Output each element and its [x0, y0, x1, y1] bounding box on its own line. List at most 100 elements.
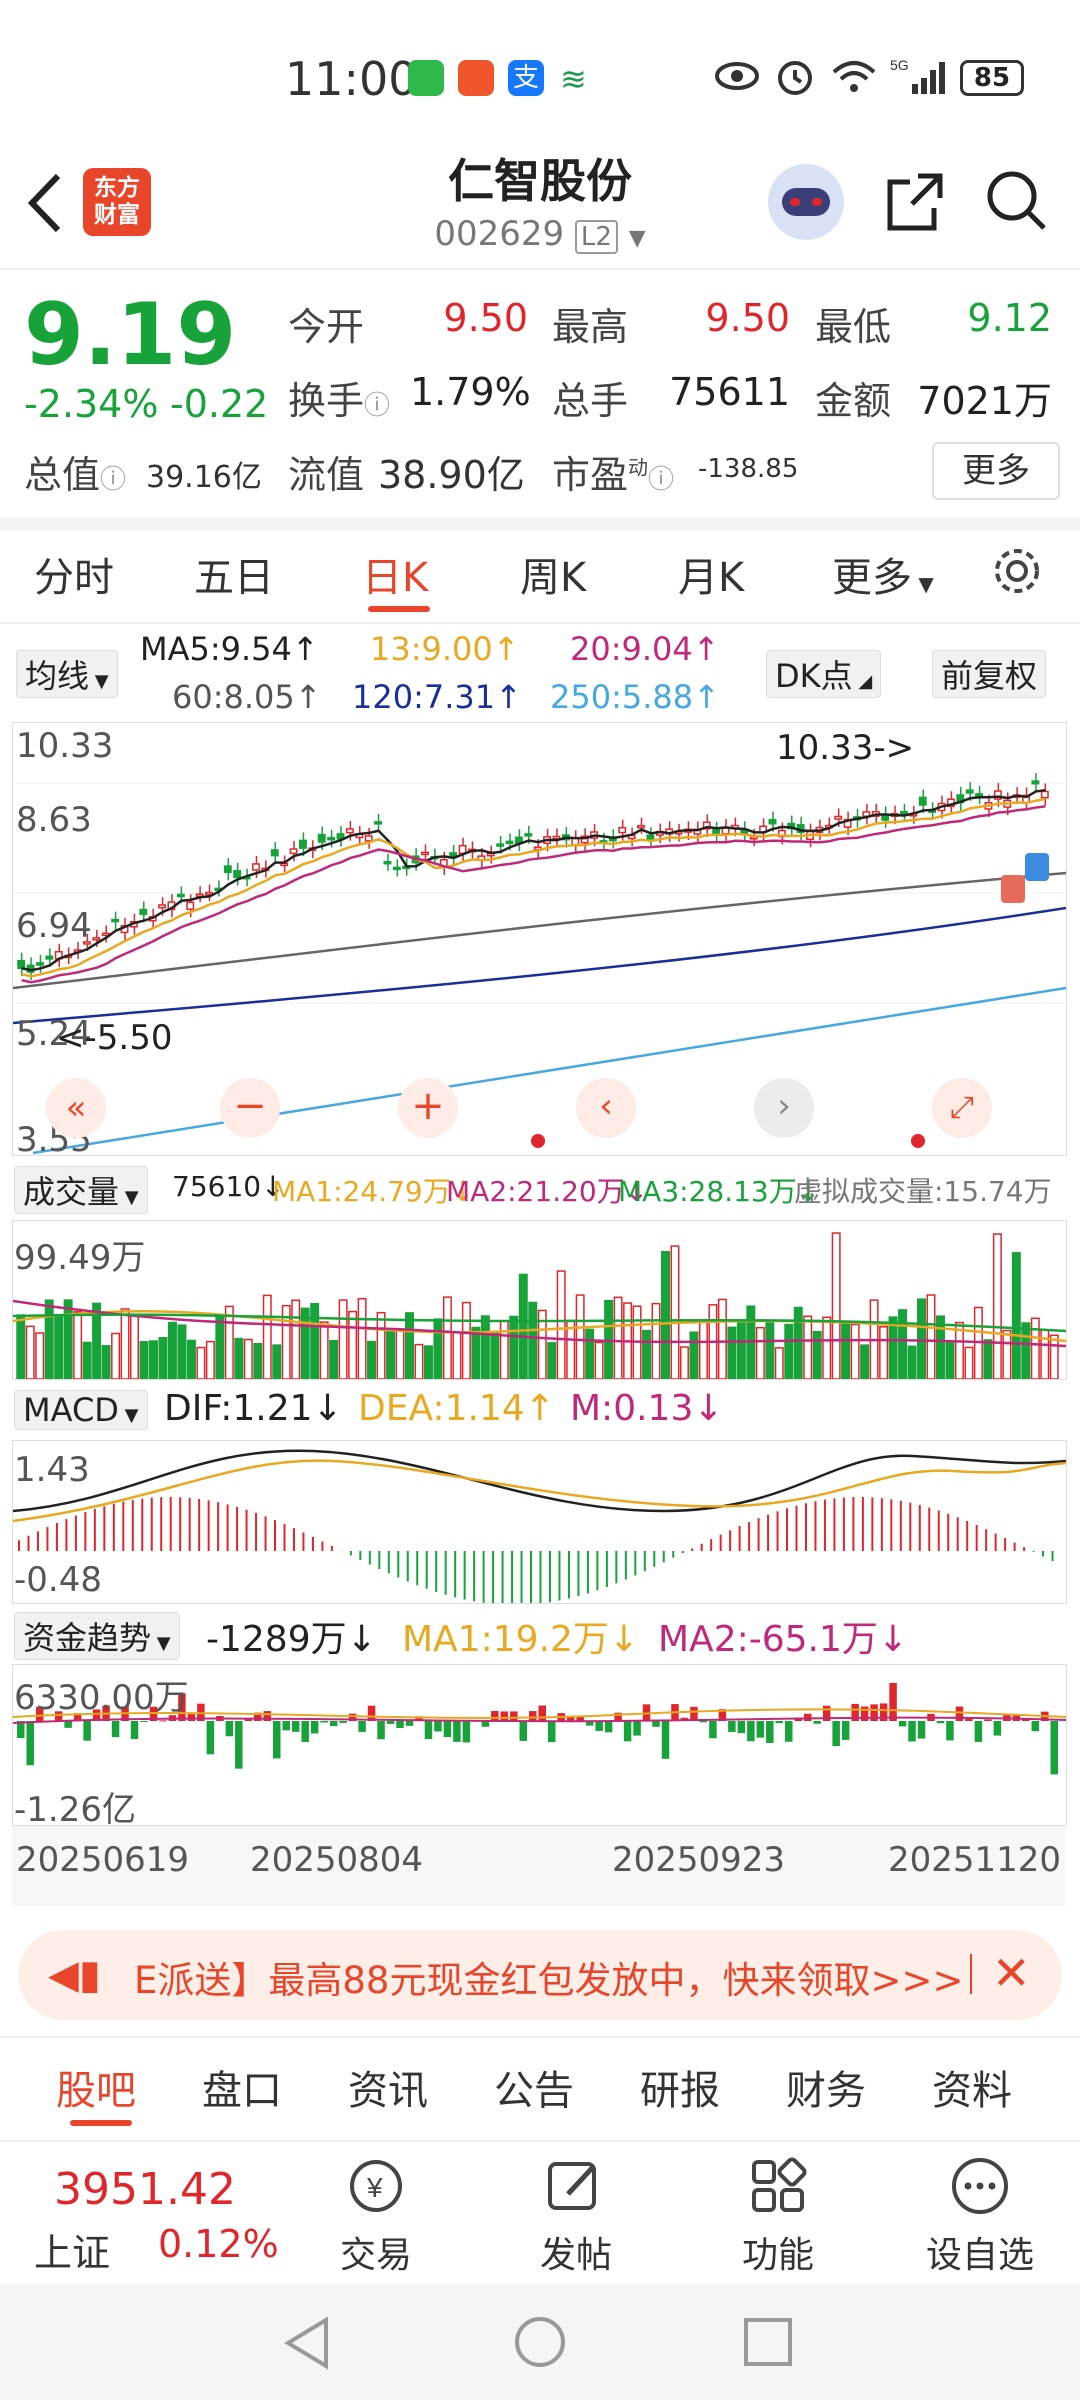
- volume-bar: [357, 1297, 367, 1380]
- kline-chart-area[interactable]: [12, 722, 1067, 1156]
- fund-bar: [462, 1721, 471, 1743]
- nav-add-watchlist[interactable]: 设自选: [910, 2226, 1050, 2278]
- tab-news[interactable]: 资讯: [348, 2058, 428, 2116]
- volume-bar: [139, 1341, 149, 1380]
- candle-body: [965, 789, 974, 794]
- candle-body: [421, 851, 429, 856]
- tab-orderbook[interactable]: 盘口: [202, 2058, 282, 2116]
- nav-trade[interactable]: 交易: [306, 2226, 446, 2278]
- candle-body: [327, 836, 336, 841]
- status-bar: 11:00 支 ≋ 5G 85: [0, 0, 1080, 150]
- candle-body: [524, 833, 533, 837]
- tab-announcements[interactable]: 公告: [494, 2058, 574, 2116]
- volume-bar: [850, 1323, 860, 1380]
- fund-bar: [273, 1721, 281, 1759]
- wifi-icon: [830, 56, 878, 100]
- macd-selector[interactable]: MACD ▼: [14, 1390, 148, 1430]
- close-icon[interactable]: ✕: [992, 1946, 1031, 2000]
- fund-bar: [917, 1721, 926, 1739]
- fund-ma1: MA1:19.2万↓: [402, 1619, 640, 1660]
- tab-monthly-k[interactable]: 月K: [678, 545, 744, 603]
- tab-daily-k[interactable]: 日K: [362, 545, 428, 603]
- system-back-icon[interactable]: [282, 2316, 332, 2374]
- volume-selector[interactable]: 成交量 ▼: [14, 1166, 148, 1214]
- assistant-avatar-icon[interactable]: [768, 164, 844, 240]
- fund-bar: [519, 1721, 528, 1741]
- volume-chart-area[interactable]: [12, 1220, 1067, 1380]
- candle-body: [364, 835, 373, 842]
- zoom-in-icon[interactable]: +: [398, 1078, 458, 1138]
- megaphone-icon: ◀▮: [48, 1952, 101, 1998]
- scroll-left-icon[interactable]: «: [46, 1078, 106, 1138]
- fund-bar: [491, 1711, 499, 1721]
- volume-bar: [101, 1345, 111, 1380]
- fund-bar: [898, 1721, 907, 1727]
- low-annotation: <-5.50: [56, 1018, 173, 1058]
- share-icon[interactable]: [882, 170, 946, 238]
- ma20-line: [21, 805, 1046, 984]
- prev-icon[interactable]: ‹: [576, 1078, 636, 1138]
- fund-bar: [832, 1721, 840, 1747]
- ma-selector[interactable]: 均线 ▼: [16, 650, 118, 698]
- system-recents-icon[interactable]: [742, 2316, 794, 2372]
- fund-bar: [547, 1721, 556, 1743]
- candle-body: [139, 908, 148, 916]
- nav-post[interactable]: 发帖: [506, 2226, 646, 2278]
- fullscreen-icon[interactable]: ⤢: [932, 1078, 992, 1138]
- banner-divider: [970, 1954, 972, 1994]
- fund-bar: [946, 1721, 954, 1741]
- volume-bar: [784, 1323, 794, 1380]
- tab-five-day[interactable]: 五日: [194, 545, 274, 603]
- volume-bar: [215, 1314, 225, 1380]
- tab-profile[interactable]: 资料: [932, 2058, 1012, 2116]
- volume-bar: [992, 1233, 1002, 1380]
- fund-selector[interactable]: 资金趋势 ▼: [14, 1612, 180, 1660]
- ma120-label: 120:7.31↑: [352, 678, 522, 716]
- tab-weekly-k[interactable]: 周K: [520, 545, 586, 603]
- adjust-button[interactable]: 前复权: [932, 650, 1047, 698]
- promo-banner[interactable]: ◀▮ E派送】最高88元现金红包发放中，快来领取>>> ✕: [18, 1930, 1062, 2020]
- nav-function[interactable]: 功能: [708, 2226, 848, 2278]
- search-icon[interactable]: [984, 168, 1048, 236]
- dk-point-button[interactable]: DK点 ◢: [766, 650, 882, 698]
- candle-body: [618, 826, 627, 834]
- svg-text:¥: ¥: [366, 2172, 383, 2203]
- volume-bar: [1002, 1329, 1012, 1380]
- fund-bar: [595, 1721, 603, 1731]
- tab-intraday[interactable]: 分时: [34, 545, 114, 603]
- tab-research[interactable]: 研报: [640, 2058, 720, 2116]
- volume-bar: [822, 1316, 832, 1380]
- tab-more[interactable]: 更多 ▼: [832, 545, 934, 603]
- alarm-icon: [775, 56, 815, 100]
- bank-icon: ≋: [560, 60, 587, 98]
- volume-bar: [120, 1308, 130, 1380]
- volume-bar: [348, 1310, 358, 1380]
- volume-bar: [1049, 1334, 1059, 1380]
- index-value[interactable]: 3951.42: [54, 2164, 236, 2215]
- settings-gear-icon[interactable]: [990, 544, 1044, 602]
- fund-bar: [130, 1721, 139, 1740]
- more-button[interactable]: 更多: [932, 442, 1060, 500]
- volume-bar: [367, 1340, 377, 1380]
- fund-bar: [434, 1721, 442, 1732]
- macd-chart-area[interactable]: [12, 1440, 1067, 1605]
- tab-finance[interactable]: 财务: [786, 2058, 866, 2116]
- volume-bar: [812, 1330, 822, 1380]
- candle-body: [834, 815, 843, 820]
- pe-label: 市盈动ⓘ: [552, 453, 675, 497]
- system-home-icon[interactable]: [512, 2314, 568, 2374]
- fund-bar: [955, 1706, 964, 1721]
- zoom-out-icon[interactable]: −: [220, 1078, 280, 1138]
- volume-bar: [25, 1325, 35, 1380]
- fund-bar: [737, 1721, 746, 1734]
- float-value: 38.90亿: [378, 453, 525, 497]
- tab-forum[interactable]: 股吧: [56, 2058, 136, 2116]
- next-icon[interactable]: ›: [754, 1078, 814, 1138]
- fund-bar: [538, 1705, 546, 1721]
- volume-bar: [272, 1344, 282, 1380]
- volume-bar: [642, 1329, 652, 1380]
- candle-body: [496, 843, 505, 847]
- candle-body: [17, 959, 26, 969]
- volume-bar: [860, 1344, 870, 1380]
- candle-body: [36, 962, 44, 966]
